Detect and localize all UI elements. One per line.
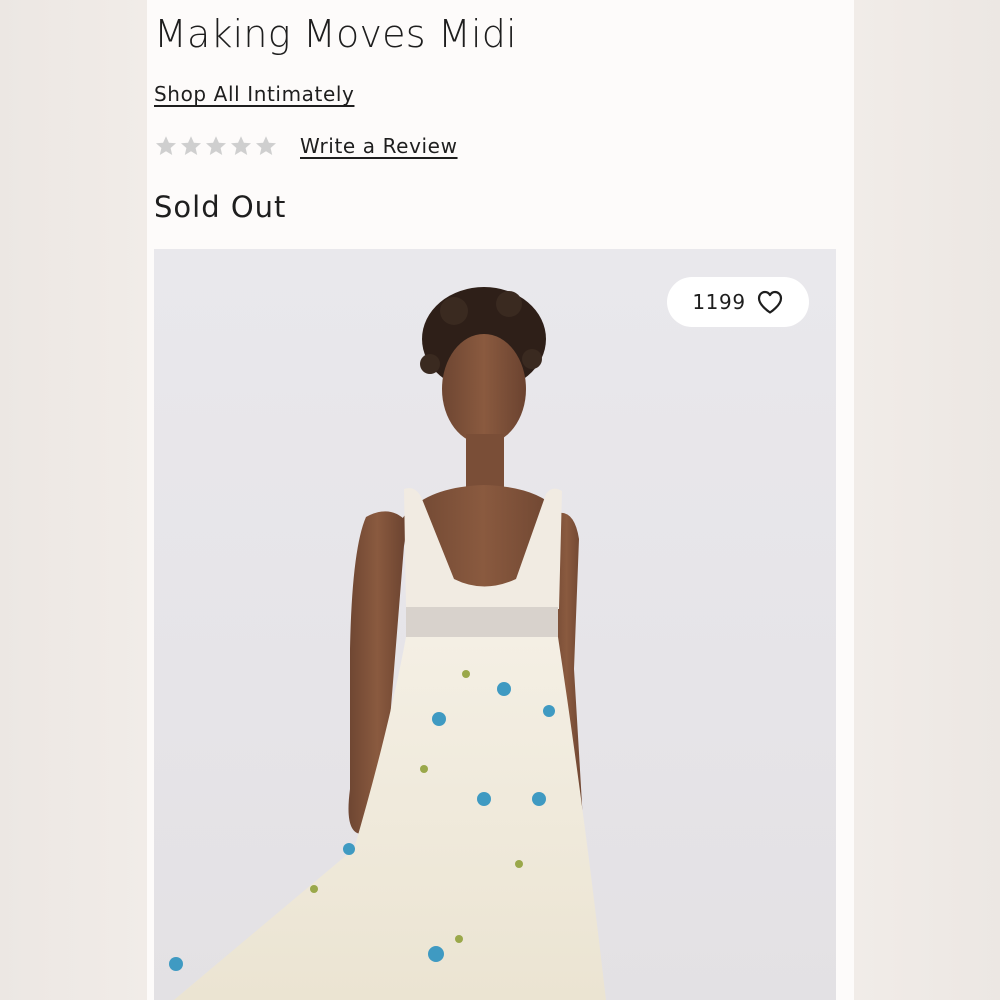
product-page: Making Moves Midi Shop All Intimately Wr… xyxy=(147,0,854,1000)
star-rating[interactable] xyxy=(154,134,278,158)
star-icon xyxy=(156,136,176,155)
stock-status: Sold Out xyxy=(154,190,287,224)
shop-all-link[interactable]: Shop All Intimately xyxy=(154,82,354,106)
star-icon xyxy=(231,136,251,155)
product-image[interactable]: 1199 xyxy=(154,249,836,1000)
favorite-button[interactable]: 1199 xyxy=(667,277,809,327)
left-backdrop xyxy=(0,0,147,1000)
heart-outline-icon xyxy=(757,290,782,314)
right-backdrop xyxy=(854,0,1000,1000)
model-photo xyxy=(169,287,606,1000)
write-review-link[interactable]: Write a Review xyxy=(300,134,458,158)
product-title: Making Moves Midi xyxy=(154,12,517,56)
star-icon xyxy=(206,136,226,155)
rating-row: Write a Review xyxy=(154,131,458,161)
star-icon xyxy=(256,136,276,155)
favorite-count: 1199 xyxy=(692,290,746,314)
star-icon xyxy=(181,136,201,155)
